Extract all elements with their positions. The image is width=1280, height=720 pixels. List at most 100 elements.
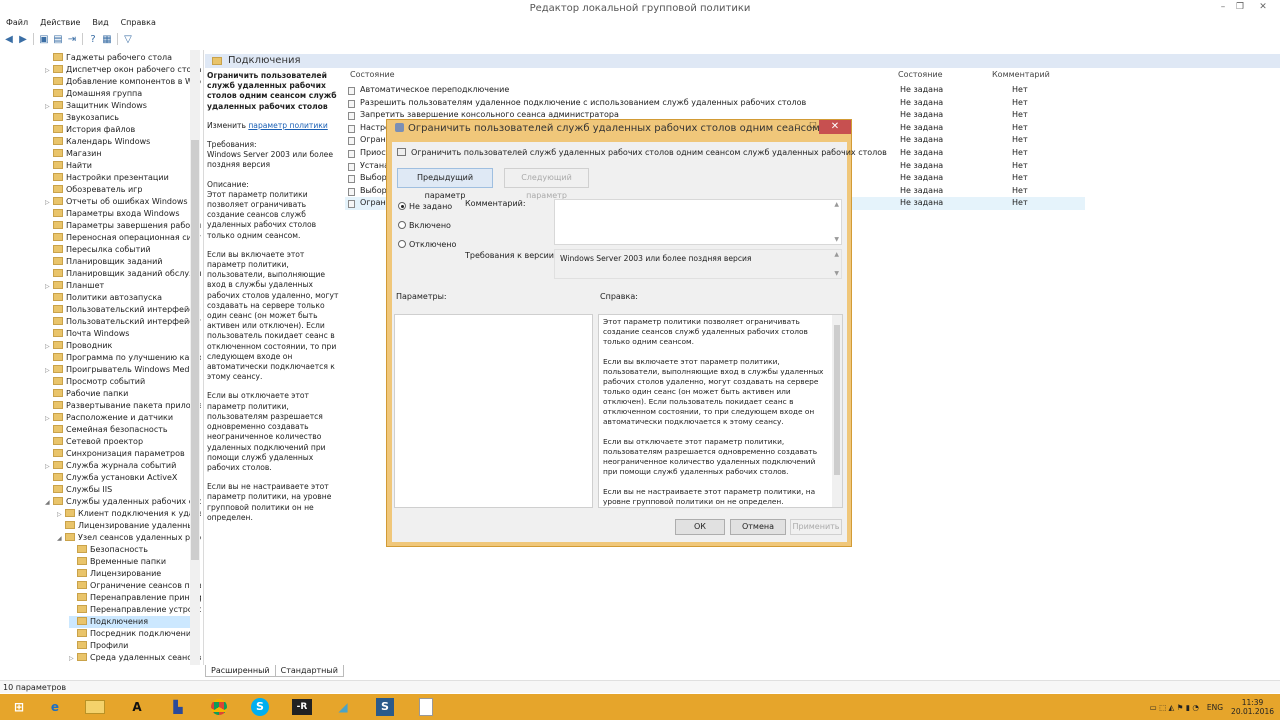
skype-icon[interactable]: S xyxy=(245,696,275,718)
tree-item[interactable]: Найти xyxy=(45,160,190,172)
help-icon[interactable]: ? xyxy=(87,33,99,45)
tree-item[interactable]: Просмотр событий xyxy=(45,376,190,388)
scroll-up-icon[interactable]: ▲ xyxy=(834,201,839,208)
radio-enabled[interactable]: Включено xyxy=(398,221,451,230)
help-scrollbar[interactable] xyxy=(832,315,842,507)
tree-item[interactable]: Магазин xyxy=(45,148,190,160)
column-name[interactable]: Состояние xyxy=(350,70,395,79)
tree-item[interactable]: ◢ Узел сеансов удаленных рабочих xyxy=(57,532,201,545)
menu-view[interactable]: Вид xyxy=(86,16,114,29)
filter-icon[interactable]: ▽ xyxy=(122,33,134,45)
tree-item[interactable]: Ограничение сеансов по времени xyxy=(69,580,201,592)
column-state[interactable]: Состояние xyxy=(898,70,943,79)
tree-item[interactable]: Программа по улучшению качества xyxy=(45,352,201,364)
tree-item[interactable]: Перенаправление устройств xyxy=(69,604,201,616)
tree-item[interactable]: Пересылка событий xyxy=(45,244,190,256)
tab-extended[interactable]: Расширенный xyxy=(205,665,276,677)
tree-item[interactable]: Настройки презентации xyxy=(45,172,190,184)
tree-item[interactable]: Службы IIS xyxy=(45,484,190,496)
font-a-icon[interactable]: A xyxy=(122,696,152,718)
tree-item[interactable]: Гаджеты рабочего стола xyxy=(45,52,190,64)
cancel-button[interactable]: Отмена xyxy=(730,519,786,535)
scroll-down-icon[interactable]: ▼ xyxy=(834,270,839,277)
expand-arrow-icon[interactable]: ▷ xyxy=(69,653,77,665)
radio-dot[interactable] xyxy=(398,221,406,229)
tree-item[interactable]: Развертывание пакета приложений xyxy=(45,400,201,412)
radio-not-configured[interactable]: Не задано xyxy=(398,202,452,211)
tree-item[interactable]: Обозреватель игр xyxy=(45,184,190,196)
tree-item[interactable]: Лицензирование xyxy=(69,568,190,580)
tree-item[interactable]: Календарь Windows xyxy=(45,136,190,148)
tray-icons[interactable]: ▭ ⬚ ◭ ⚑ ▮ ◔ xyxy=(1150,703,1199,712)
radio-dot[interactable] xyxy=(398,240,406,248)
internet-explorer-icon[interactable]: e xyxy=(40,696,70,718)
tree-item[interactable]: Профили xyxy=(69,640,190,652)
ok-button[interactable]: ОК xyxy=(675,519,725,535)
tree-item[interactable]: ▷ Отчеты об ошибках Windows xyxy=(45,196,190,208)
tree-item[interactable]: ▷ Среда удаленных сеансов xyxy=(69,652,201,665)
chrome-icon[interactable] xyxy=(204,696,234,718)
scroll-up-icon[interactable]: ▲ xyxy=(834,251,839,258)
tree-item[interactable]: ▷ Служба журнала событий xyxy=(45,460,190,472)
radio-disabled[interactable]: Отключено xyxy=(398,240,456,249)
table-row[interactable]: Разрешить пользователям удаленное подклю… xyxy=(345,97,1085,110)
column-comment[interactable]: Комментарий xyxy=(992,70,1050,79)
show-hide-tree-icon[interactable]: ▤ xyxy=(52,33,64,45)
tree-item[interactable]: ▷Клиент подключения к удаленному xyxy=(57,508,201,520)
export-list-icon[interactable]: ⇥ xyxy=(66,33,78,45)
tree-item[interactable]: Планировщик заданий обслуживания xyxy=(45,268,201,280)
previous-setting-button[interactable]: Предыдущий параметр xyxy=(397,168,493,200)
menu-file[interactable]: Файл xyxy=(0,16,34,29)
tree-item[interactable]: Почта Windows xyxy=(45,328,190,340)
tree-item[interactable]: Пользовательский интерфейс границ xyxy=(45,304,201,316)
tab-standard[interactable]: Стандартный xyxy=(274,665,344,677)
tree-item[interactable]: ▷ Диспетчер окон рабочего стола xyxy=(45,64,201,76)
tree-item[interactable]: Безопасность xyxy=(69,544,190,556)
tree-item[interactable]: Перенаправление принтеров xyxy=(69,592,201,604)
close-button[interactable]: ✕ xyxy=(1254,1,1272,13)
tree-item[interactable]: ◢ Службы удаленных рабочих столов xyxy=(45,496,201,509)
tree-item[interactable]: Семейная безопасность xyxy=(45,424,190,436)
tree-item[interactable]: Планировщик заданий xyxy=(45,256,190,268)
radio-dot[interactable] xyxy=(398,202,406,210)
expand-arrow-icon[interactable]: ◢ xyxy=(45,497,53,509)
tree-item[interactable]: Синхронизация параметров xyxy=(45,448,190,460)
apply-button[interactable]: Применить xyxy=(790,519,842,535)
tree-item[interactable]: ▷ Расположение и датчики xyxy=(45,412,190,424)
tree-item[interactable]: ▷ Проигрыватель Windows Media xyxy=(45,364,197,376)
notepad-icon[interactable] xyxy=(411,696,441,718)
expand-arrow-icon[interactable]: ◢ xyxy=(57,533,65,545)
help-scrollbar-thumb[interactable] xyxy=(834,325,840,475)
tree-item[interactable]: ▷ Проводник xyxy=(45,340,190,352)
edit-policy-link[interactable]: параметр политики xyxy=(248,121,327,130)
tree-item[interactable]: Лицензирование удаленных рабочих xyxy=(57,520,201,532)
r-app-icon[interactable]: -R xyxy=(287,696,317,718)
language-indicator[interactable]: ENG xyxy=(1207,703,1223,712)
security-icon[interactable]: ▙ xyxy=(163,696,193,718)
tree-item[interactable]: Пользовательский интерфейс учетных xyxy=(45,316,201,328)
tree-scrollbar[interactable] xyxy=(190,50,200,665)
tree-item[interactable]: Переносная операционная система xyxy=(45,232,201,244)
snagit-icon[interactable]: S xyxy=(370,696,400,718)
tree-item[interactable]: Политики автозапуска xyxy=(45,292,190,304)
tree-item[interactable]: Звукозапись xyxy=(45,112,190,124)
menu-help[interactable]: Справка xyxy=(115,16,162,29)
tree-scrollbar-thumb[interactable] xyxy=(191,140,199,560)
up-folder-icon[interactable]: ▣ xyxy=(38,33,50,45)
properties-icon[interactable]: ▦ xyxy=(101,33,113,45)
tree-item[interactable]: Сетевой проектор xyxy=(45,436,190,448)
tree-item[interactable]: Домашняя группа xyxy=(45,88,190,100)
windows-start-icon[interactable]: ⊞ xyxy=(4,696,34,718)
tree-item[interactable]: Добавление компонентов в Windows xyxy=(45,76,201,88)
menu-action[interactable]: Действие xyxy=(34,16,86,29)
tree-item[interactable]: История файлов xyxy=(45,124,190,136)
tree-item[interactable]: Служба установки ActiveX xyxy=(45,472,190,484)
pen-icon[interactable]: ◢ xyxy=(328,696,358,718)
file-explorer-icon[interactable] xyxy=(80,696,110,718)
tree-item[interactable]: Параметры завершения работы xyxy=(45,220,201,232)
tree-item[interactable]: Временные папки xyxy=(69,556,190,568)
tree-item[interactable]: Подключения xyxy=(69,616,190,628)
minimize-button[interactable]: – xyxy=(1214,1,1232,13)
next-setting-button[interactable]: Следующий параметр xyxy=(504,168,589,200)
back-icon[interactable]: ◀ xyxy=(3,33,15,45)
